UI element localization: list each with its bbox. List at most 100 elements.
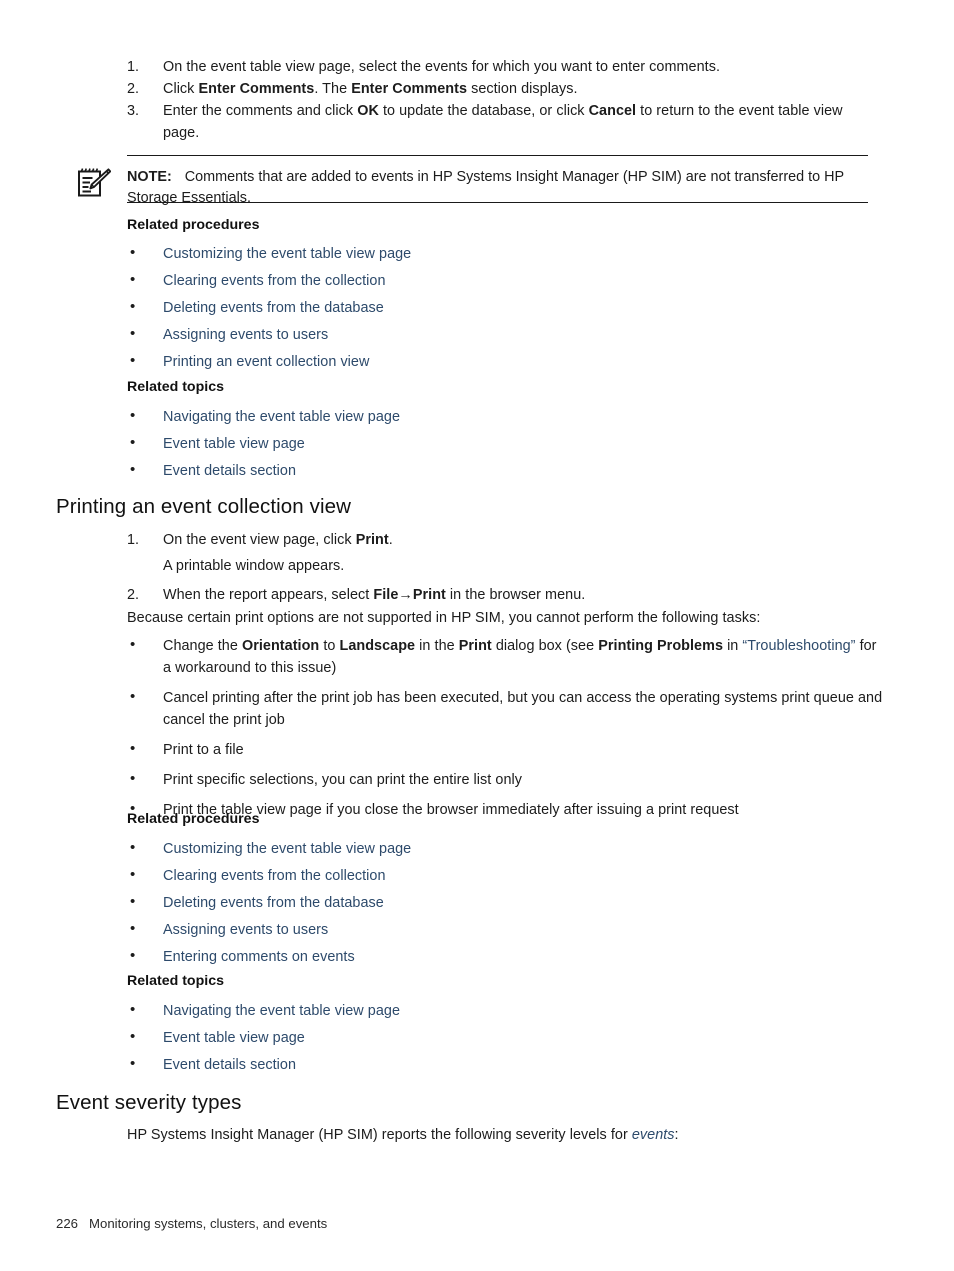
print-dialog-ref: Print [458,638,492,654]
link[interactable]: Customizing the event table view page [163,841,411,857]
bullet-icon: • [130,1028,136,1045]
list-item-link[interactable]: Clearing events from the collection [163,270,827,292]
list-item-text: Print to a file [163,742,244,758]
list-item[interactable]: • Deleting events from the database [127,892,827,914]
bullet-icon: • [130,461,136,478]
list-item-text: Print the table view page if you close t… [163,802,739,818]
list-item: 1. On the event view page, click Print. [127,529,872,551]
list-item-text: On the event view page, click Print. [163,532,393,548]
list-item[interactable]: • Assigning events to users [127,324,827,346]
note-bottom-rule [127,202,868,203]
link[interactable]: Clearing events from the collection [163,273,386,289]
list-item-link[interactable]: Event details section [163,1054,827,1076]
list-item-text: On the event table view page, select the… [163,59,720,75]
print-limitations-list: • Change the Orientation to Landscape in… [127,635,887,821]
list-item-link[interactable]: Deleting events from the database [163,892,827,914]
list-item[interactable]: • Navigating the event table view page [127,1000,827,1022]
list-item: 2. Click Enter Comments. The Enter Comme… [127,78,872,100]
file-menu-ref: File [373,587,399,603]
bullet-icon: • [130,434,136,451]
list-item-text: Click Enter Comments. The Enter Comments… [163,78,872,100]
related-procedures-heading-1: Related procedures [127,217,260,233]
events-link[interactable]: events [632,1127,675,1143]
print-button-ref: Print [355,532,389,548]
list-item[interactable]: • Deleting events from the database [127,297,827,319]
link[interactable]: Event table view page [163,1030,305,1046]
list-item[interactable]: • Event details section [127,460,827,482]
footer-chapter-title: Monitoring systems, clusters, and events [89,1216,328,1231]
list-item-link[interactable]: Entering comments on events [163,946,827,968]
bullet-icon: • [130,352,136,369]
list-item-text: Print specific selections, you can print… [163,772,522,788]
list-item-text: Change the Orientation to Landscape in t… [163,638,877,676]
list-item: 2. When the report appears, select File→… [127,584,872,606]
bullet-icon: • [130,1055,136,1072]
list-marker: 2. [127,81,140,97]
bullet-icon: • [130,407,136,424]
note-top-rule [127,155,868,156]
list-item-link[interactable]: Assigning events to users [163,324,827,346]
list-marker: 3. [127,103,140,119]
list-item-link[interactable]: Deleting events from the database [163,297,827,319]
orientation-option-ref: Orientation [241,638,320,654]
list-item[interactable]: • Customizing the event table view page [127,243,827,265]
bullet-icon: • [130,688,136,705]
list-item-link[interactable]: Customizing the event table view page [163,243,827,265]
bullet-icon: • [130,920,136,937]
link[interactable]: Event details section [163,463,296,479]
related-topics-heading-2: Related topics [127,973,224,989]
list-item-link[interactable]: Event table view page [163,433,827,455]
troubleshooting-link[interactable]: “Troubleshooting” [742,638,855,654]
list-item[interactable]: • Customizing the event table view page [127,838,827,860]
list-item[interactable]: • Event table view page [127,433,827,455]
list-item[interactable]: • Clearing events from the collection [127,270,827,292]
list-item[interactable]: • Assigning events to users [127,919,827,941]
related-procedures-list-1: • Customizing the event table view page … [127,243,827,378]
note-text: Comments that are added to events in HP … [127,169,844,206]
step3-mid: to update the database, or click [378,103,589,119]
list-item[interactable]: • Clearing events from the collection [127,865,827,887]
link[interactable]: Assigning events to users [163,922,328,938]
link[interactable]: Customizing the event table view page [163,246,411,262]
note-pencil-icon [75,167,112,199]
bullet-icon: • [130,839,136,856]
link[interactable]: Deleting events from the database [163,895,384,911]
list-marker: 1. [127,59,140,75]
list-item: • Print to a file [127,739,887,761]
related-procedures-list-2: • Customizing the event table view page … [127,838,827,973]
list-item[interactable]: • Event details section [127,1054,827,1076]
list-item-link[interactable]: Navigating the event table view page [163,1000,827,1022]
link[interactable]: Deleting events from the database [163,300,384,316]
list-item-link[interactable]: Printing an event collection view [163,351,827,373]
printable-window-note: A printable window appears. [163,558,345,574]
link[interactable]: Entering comments on events [163,949,355,965]
link[interactable]: Navigating the event table view page [163,1003,400,1019]
list-item-link[interactable]: Navigating the event table view page [163,406,827,428]
list-item: • Print specific selections, you can pri… [127,769,887,791]
page-number: 226 [56,1216,79,1231]
list-item[interactable]: • Printing an event collection view [127,351,827,373]
link[interactable]: Event details section [163,1057,296,1073]
list-item-link[interactable]: Clearing events from the collection [163,865,827,887]
related-topics-list-2: • Navigating the event table view page •… [127,1000,827,1081]
link[interactable]: Assigning events to users [163,327,328,343]
bullet-icon: • [130,866,136,883]
list-item-link[interactable]: Event table view page [163,1027,827,1049]
list-item[interactable]: • Event table view page [127,1027,827,1049]
link[interactable]: Clearing events from the collection [163,868,386,884]
link[interactable]: Navigating the event table view page [163,409,400,425]
list-item[interactable]: • Navigating the event table view page [127,406,827,428]
step2-mid: . The [314,81,352,97]
link[interactable]: Printing an event collection view [163,354,369,370]
list-item-link[interactable]: Event details section [163,460,827,482]
list-item[interactable]: • Entering comments on events [127,946,827,968]
page-heading-severity: Event severity types [56,1091,242,1114]
step3-lead: Enter the comments and click [163,103,358,119]
list-item-link[interactable]: Customizing the event table view page [163,838,827,860]
list-item-link[interactable]: Assigning events to users [163,919,827,941]
link[interactable]: Event table view page [163,436,305,452]
note-label: NOTE: [127,169,172,185]
print-menu-ref: Print [412,587,446,603]
bullet-icon: • [130,271,136,288]
bullet-icon: • [130,1001,136,1018]
